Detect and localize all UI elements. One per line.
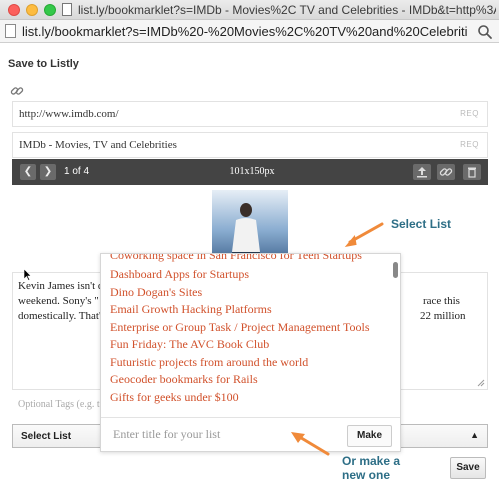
mouse-cursor-icon <box>24 269 32 281</box>
link-icon <box>439 168 453 176</box>
search-icon[interactable] <box>477 24 493 40</box>
url-value: http://www.imdb.com/ <box>19 108 119 120</box>
link-icon[interactable] <box>10 84 24 98</box>
make-new-annotation: Or make a new one <box>342 454 400 482</box>
list-options: Coworking space in San Francisco for Tee… <box>101 254 391 410</box>
select-list-label: Select List <box>21 431 72 442</box>
description-line: weekend. Sony's " P <box>18 295 108 307</box>
image-dimensions: 101x150px <box>229 166 275 177</box>
window-title: list.ly/bookmarklet?s=IMDb - Movies%2C T… <box>78 3 496 17</box>
document-icon <box>62 3 72 16</box>
caret-up-icon: ▲ <box>470 430 479 440</box>
annotation-line: Or make a <box>342 454 401 468</box>
delete-image-button[interactable] <box>463 164 481 180</box>
upload-image-button[interactable] <box>413 164 431 180</box>
image-link-button[interactable] <box>437 164 455 180</box>
required-badge: REQ <box>460 109 479 118</box>
address-bar: list.ly/bookmarklet?s=IMDb%20-%20Movies%… <box>0 20 499 43</box>
url-input[interactable]: http://www.imdb.com/ REQ <box>12 101 488 127</box>
list-item[interactable]: Futuristic projects from around the worl… <box>110 355 308 370</box>
list-item[interactable]: Email Growth Hacking Platforms <box>110 302 272 317</box>
required-badge: REQ <box>460 140 479 149</box>
list-item[interactable]: Dino Dogan's Sites <box>110 285 202 300</box>
description-line-right: 22 million <box>420 310 466 322</box>
annotation-line: new one <box>342 468 391 482</box>
save-button[interactable]: Save <box>450 457 486 479</box>
list-item[interactable]: Gifts for geeks under $100 <box>110 390 239 405</box>
image-toolbar: ❮ ❯ 1 of 4 101x150px <box>12 159 488 185</box>
title-value: IMDb - Movies, TV and Celebrities <box>19 139 177 151</box>
new-list-placeholder: Enter title for your list <box>113 427 221 441</box>
zoom-window-button[interactable] <box>44 4 56 16</box>
url-field[interactable]: list.ly/bookmarklet?s=IMDb%20-%20Movies%… <box>22 24 467 39</box>
description-line-right: race this <box>423 295 460 307</box>
arrow-icon <box>344 222 384 247</box>
page-icon <box>5 24 16 38</box>
resize-handle-icon[interactable] <box>477 379 485 387</box>
list-item[interactable]: Enterprise or Group Task / Project Manag… <box>110 320 370 335</box>
image-counter: 1 of 4 <box>64 166 90 177</box>
select-list-annotation: Select List <box>391 217 452 231</box>
next-image-button[interactable]: ❯ <box>40 164 56 180</box>
tags-placeholder: Optional Tags (e.g. t <box>18 399 100 410</box>
list-dropdown-menu: Coworking space in San Francisco for Tee… <box>100 253 401 452</box>
description-line: Kevin James isn't qu <box>18 280 109 292</box>
title-input[interactable]: IMDb - Movies, TV and Celebrities REQ <box>12 132 488 158</box>
arrow-icon <box>291 432 330 456</box>
description-line: domestically. That's <box>18 310 106 322</box>
make-list-button[interactable]: Make <box>347 425 392 447</box>
list-item[interactable]: Geocoder bookmarks for Rails <box>110 372 258 387</box>
dropdown-scrollbar[interactable] <box>393 262 398 278</box>
trash-icon <box>468 167 476 178</box>
previous-image-button[interactable]: ❮ <box>20 164 36 180</box>
list-item[interactable]: Fun Friday: The AVC Book Club <box>110 337 269 352</box>
close-window-button[interactable] <box>8 4 20 16</box>
minimize-window-button[interactable] <box>26 4 38 16</box>
list-item[interactable]: Dashboard Apps for Startups <box>110 267 249 282</box>
upload-icon <box>417 167 427 178</box>
page-title: Save to Listly <box>8 58 79 70</box>
bookmarklet-content: Save to Listly http://www.imdb.com/ REQ … <box>0 44 499 500</box>
window-titlebar: list.ly/bookmarklet?s=IMDb - Movies%2C T… <box>0 0 499 20</box>
list-item[interactable]: Coworking space in San Francisco for Tee… <box>110 254 362 263</box>
